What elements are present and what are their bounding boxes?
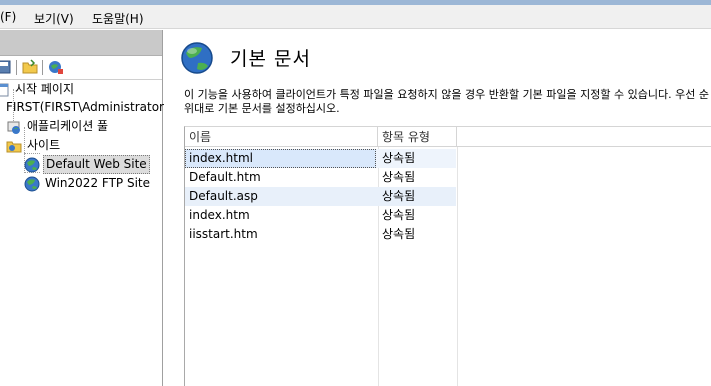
globe-icon	[24, 176, 40, 191]
description-line: 위대로 기본 문서를 설정하십시오.	[184, 102, 340, 115]
entry-type: 상속됨	[382, 227, 416, 241]
column-divider	[457, 147, 458, 386]
table-row[interactable]: Default.asp 상속됨	[185, 187, 456, 206]
start-page-icon	[0, 83, 9, 96]
folder-icon	[6, 141, 22, 152]
tree-item-label: 애플리케이션 풀	[27, 119, 109, 133]
connect-icon[interactable]	[48, 59, 64, 75]
tree-item-server[interactable]: FIRST(FIRST\Administrator)	[4, 98, 171, 117]
app-pool-icon	[7, 121, 20, 134]
column-header-type[interactable]: 항목 유형	[378, 127, 457, 147]
table-row[interactable]: Default.htm 상속됨	[185, 168, 456, 187]
doc-name: Default.asp	[189, 189, 258, 203]
tree-item-label: FIRST(FIRST\Administrator)	[6, 100, 169, 114]
add-folder-icon[interactable]	[22, 59, 38, 75]
save-icon[interactable]	[0, 59, 12, 75]
toolbar-separator	[16, 60, 17, 75]
entry-type: 상속됨	[382, 170, 416, 184]
doc-name: index.html	[185, 149, 376, 168]
connections-tree: 시작 페이지 FIRST(FIRST\Administrator) 애플리케이션…	[0, 80, 169, 380]
description-line: 이 기능을 사용하여 클라이언트가 특정 파일을 요청하지 않을 경우 반환할 …	[184, 88, 709, 101]
tree-item-ftp-site[interactable]: Win2022 FTP Site	[24, 174, 152, 193]
tree-item-app-pools[interactable]: 애플리케이션 풀	[6, 117, 110, 136]
doc-name: iisstart.htm	[189, 227, 258, 241]
entry-type: 상속됨	[382, 151, 416, 165]
connections-toolbar	[0, 56, 162, 80]
tree-item-label: 사이트	[27, 138, 61, 152]
connections-header	[0, 30, 162, 56]
tree-item-label: Default Web Site	[43, 155, 150, 174]
table-row[interactable]: index.html 상속됨	[185, 149, 456, 168]
menu-bar: (F) 보기(V) 도움말(H)	[0, 5, 711, 29]
list-header: 이름 항목 유형	[185, 127, 711, 147]
tree-item-default-web-site[interactable]: Default Web Site	[24, 155, 150, 174]
doc-name: Default.htm	[189, 170, 261, 184]
doc-name: index.htm	[189, 208, 250, 222]
page-title: 기본 문서	[230, 48, 311, 70]
globe-icon	[24, 157, 40, 172]
tree-item-label: 시작 페이지	[15, 82, 75, 96]
globe-icon	[181, 42, 213, 74]
menu-file[interactable]: (F)	[0, 10, 16, 24]
feature-panel: 기본 문서 이 기능을 사용하여 클라이언트가 특정 파일을 요청하지 않을 경…	[164, 30, 711, 386]
table-row[interactable]: iisstart.htm 상속됨	[185, 225, 456, 244]
entry-type: 상속됨	[382, 208, 416, 222]
tree-item-label: Win2022 FTP Site	[45, 176, 151, 190]
menu-view[interactable]: 보기(V)	[34, 10, 74, 27]
connections-pane: 시작 페이지 FIRST(FIRST\Administrator) 애플리케이션…	[0, 30, 169, 386]
entry-type: 상속됨	[382, 189, 416, 203]
menu-help[interactable]: 도움말(H)	[92, 10, 144, 27]
tree-item-start-page[interactable]: 시작 페이지	[0, 80, 76, 99]
feature-description: 이 기능을 사용하여 클라이언트가 특정 파일을 요청하지 않을 경우 반환할 …	[184, 88, 709, 116]
default-documents-list[interactable]: 이름 항목 유형 index.html 상속됨 Default.htm 상속됨 …	[184, 126, 711, 386]
tree-item-sites[interactable]: 사이트	[6, 136, 62, 155]
toolbar-separator	[42, 60, 43, 75]
column-header-name[interactable]: 이름	[185, 127, 378, 147]
table-row[interactable]: index.htm 상속됨	[185, 206, 456, 225]
